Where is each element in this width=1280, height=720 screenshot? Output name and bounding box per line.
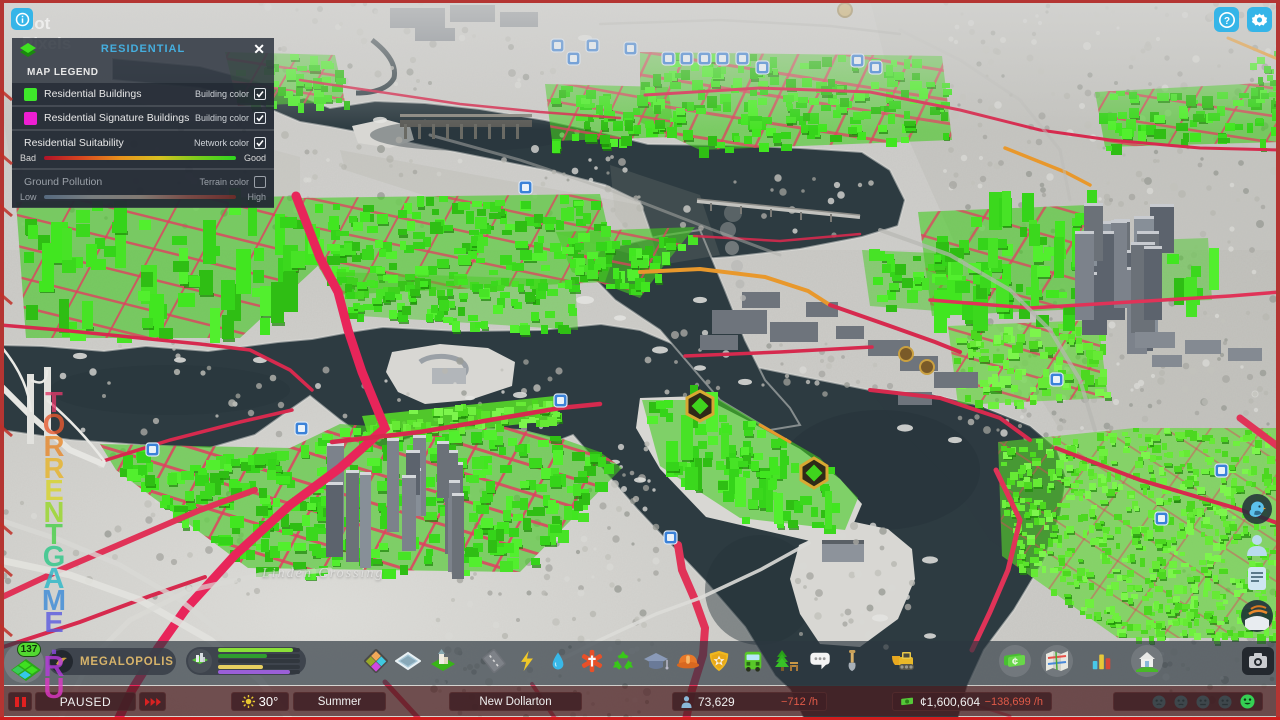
svg-text:¢: ¢ [1012,656,1018,668]
svg-text:?: ? [1223,15,1229,26]
